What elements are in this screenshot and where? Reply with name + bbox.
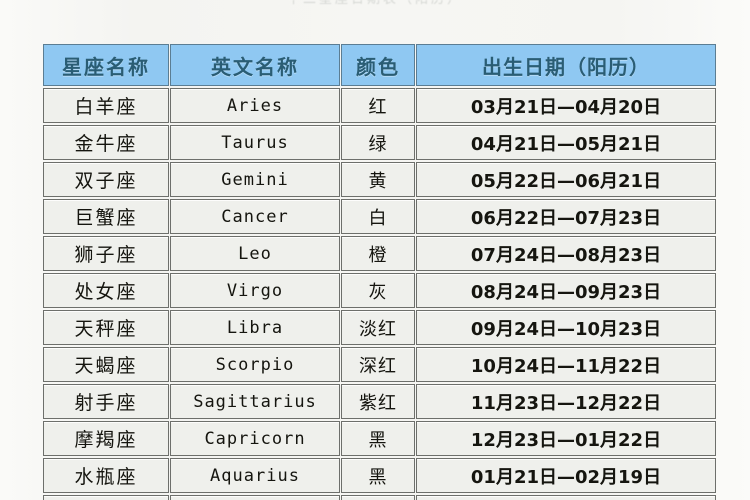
cell-birth-date: 09月24日—10月23日 bbox=[416, 310, 716, 345]
cell-color: 黄 bbox=[341, 162, 415, 197]
cell-sign-name: 摩羯座 bbox=[43, 421, 169, 456]
cell-english-name: Taurus bbox=[170, 125, 340, 160]
page-caption-text: 十二星座日期表（阳历） bbox=[287, 0, 463, 6]
table-row: 射手座 Sagittarius 紫红 11月23日—12月22日 bbox=[43, 384, 716, 419]
cell-sign-name: 双子座 bbox=[43, 162, 169, 197]
cell-sign-name: 处女座 bbox=[43, 273, 169, 308]
cell-sign-name: 狮子座 bbox=[43, 236, 169, 271]
cell-birth-date: 08月24日—09月23日 bbox=[416, 273, 716, 308]
cell-english-name: Sagittarius bbox=[170, 384, 340, 419]
table-row: 天蝎座 Scorpio 深红 10月24日—11月22日 bbox=[43, 347, 716, 382]
cell-birth-date-clipped bbox=[416, 495, 716, 500]
column-header-sign-name: 星座名称 bbox=[43, 44, 169, 86]
cell-birth-date: 07月24日—08月23日 bbox=[416, 236, 716, 271]
cell-color: 黑 bbox=[341, 458, 415, 493]
cell-birth-date: 01月21日—02月19日 bbox=[416, 458, 716, 493]
cell-birth-date: 05月22日—06月21日 bbox=[416, 162, 716, 197]
cell-color: 白 bbox=[341, 199, 415, 234]
table-header: 星座名称 英文名称 颜色 出生日期（阳历） bbox=[43, 44, 716, 86]
cell-birth-date: 11月23日—12月22日 bbox=[416, 384, 716, 419]
zodiac-table: 星座名称 英文名称 颜色 出生日期（阳历） 白羊座 Aries 红 03月21日… bbox=[42, 42, 717, 500]
cell-sign-name: 射手座 bbox=[43, 384, 169, 419]
cell-sign-name: 白羊座 bbox=[43, 88, 169, 123]
document-page: 十二星座日期表（阳历） 星座名称 英文名称 颜色 出生日期（阳历） 白羊座 bbox=[0, 0, 750, 500]
cell-color: 橙 bbox=[341, 236, 415, 271]
column-header-color: 颜色 bbox=[341, 44, 415, 86]
cell-color-clipped bbox=[341, 495, 415, 500]
cell-sign-name: 天蝎座 bbox=[43, 347, 169, 382]
table-header-row: 星座名称 英文名称 颜色 出生日期（阳历） bbox=[43, 44, 716, 86]
table-row: 天秤座 Libra 淡红 09月24日—10月23日 bbox=[43, 310, 716, 345]
table-row: 摩羯座 Capricorn 黑 12月23日—01月22日 bbox=[43, 421, 716, 456]
cell-color: 灰 bbox=[341, 273, 415, 308]
table-row: 水瓶座 Aquarius 黑 01月21日—02月19日 bbox=[43, 458, 716, 493]
table-row: 巨蟹座 Cancer 白 06月22日—07月23日 bbox=[43, 199, 716, 234]
cell-english-name: Aries bbox=[170, 88, 340, 123]
cell-color: 红 bbox=[341, 88, 415, 123]
cell-english-name: Gemini bbox=[170, 162, 340, 197]
cell-english-name: Capricorn bbox=[170, 421, 340, 456]
cell-english-name: Scorpio bbox=[170, 347, 340, 382]
table-row: 处女座 Virgo 灰 08月24日—09月23日 bbox=[43, 273, 716, 308]
table-row: 白羊座 Aries 红 03月21日—04月20日 bbox=[43, 88, 716, 123]
table-row-clipped bbox=[43, 495, 716, 500]
column-header-english-name: 英文名称 bbox=[170, 44, 340, 86]
cell-english-name: Leo bbox=[170, 236, 340, 271]
cell-english-name: Virgo bbox=[170, 273, 340, 308]
cell-sign-name: 水瓶座 bbox=[43, 458, 169, 493]
cell-sign-name: 天秤座 bbox=[43, 310, 169, 345]
table-body: 白羊座 Aries 红 03月21日—04月20日 金牛座 Taurus 绿 0… bbox=[43, 88, 716, 500]
cell-english-name: Cancer bbox=[170, 199, 340, 234]
cell-birth-date: 06月22日—07月23日 bbox=[416, 199, 716, 234]
cell-sign-name: 巨蟹座 bbox=[43, 199, 169, 234]
table-row: 狮子座 Leo 橙 07月24日—08月23日 bbox=[43, 236, 716, 271]
cell-birth-date: 03月21日—04月20日 bbox=[416, 88, 716, 123]
column-header-birth-date: 出生日期（阳历） bbox=[416, 44, 716, 86]
cell-color: 绿 bbox=[341, 125, 415, 160]
cell-birth-date: 10月24日—11月22日 bbox=[416, 347, 716, 382]
table-row: 双子座 Gemini 黄 05月22日—06月21日 bbox=[43, 162, 716, 197]
cell-sign-name-clipped bbox=[43, 495, 169, 500]
cell-color: 淡红 bbox=[341, 310, 415, 345]
cell-color: 深红 bbox=[341, 347, 415, 382]
cell-color: 黑 bbox=[341, 421, 415, 456]
cell-birth-date: 12月23日—01月22日 bbox=[416, 421, 716, 456]
table-row: 金牛座 Taurus 绿 04月21日—05月21日 bbox=[43, 125, 716, 160]
cell-color: 紫红 bbox=[341, 384, 415, 419]
cell-english-name: Libra bbox=[170, 310, 340, 345]
page-caption-clipped: 十二星座日期表（阳历） bbox=[0, 0, 750, 14]
cell-english-name-clipped bbox=[170, 495, 340, 500]
zodiac-table-container: 星座名称 英文名称 颜色 出生日期（阳历） 白羊座 Aries 红 03月21日… bbox=[42, 42, 716, 500]
cell-english-name: Aquarius bbox=[170, 458, 340, 493]
cell-sign-name: 金牛座 bbox=[43, 125, 169, 160]
cell-birth-date: 04月21日—05月21日 bbox=[416, 125, 716, 160]
